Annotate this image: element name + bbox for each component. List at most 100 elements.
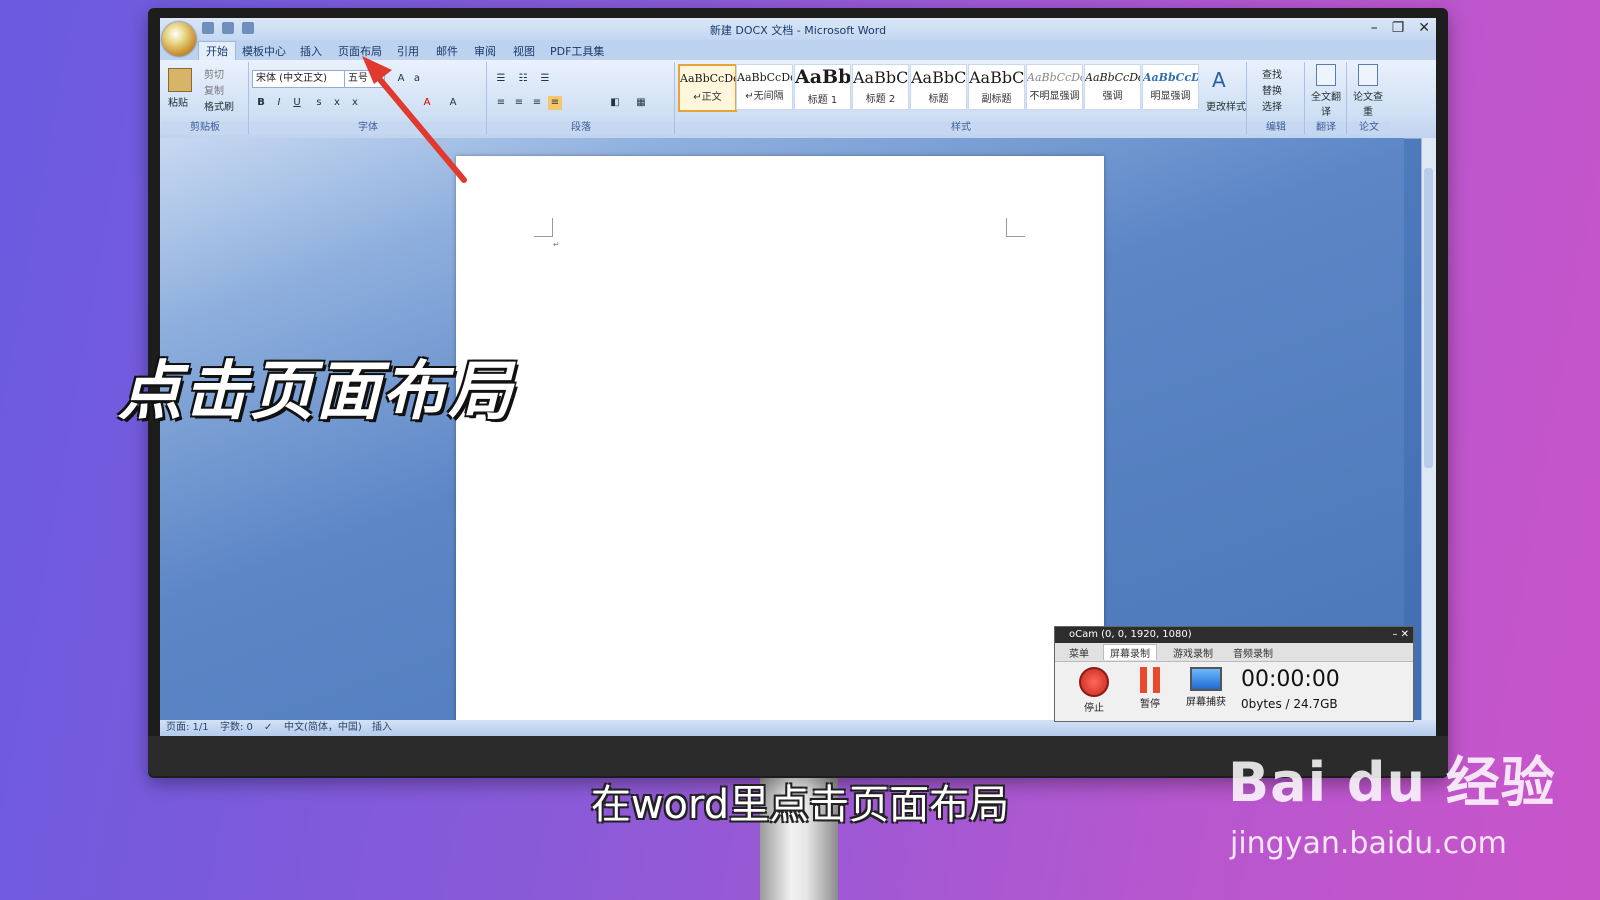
window-title: 新建 DOCX 文档 - Microsoft Word xyxy=(709,24,887,37)
paper-check-button[interactable]: 论文查重 xyxy=(1352,88,1384,118)
title-bar: 新建 DOCX 文档 - Microsoft Word – ❐ ✕ xyxy=(160,18,1436,40)
ocam-pause-button[interactable]: 暂停 xyxy=(1127,667,1173,710)
format-painter-button[interactable]: 格式刷 xyxy=(204,98,234,113)
tab-review[interactable]: 审阅 xyxy=(474,43,496,59)
office-button[interactable] xyxy=(162,22,196,56)
monitor-icon xyxy=(1190,667,1222,691)
cut-button[interactable]: 剪切 xyxy=(204,66,224,81)
tab-view[interactable]: 视图 xyxy=(513,43,535,59)
translate-group-label: 翻译 xyxy=(1306,122,1346,134)
tab-references[interactable]: 引用 xyxy=(397,43,419,59)
char-shading-icon[interactable]: A xyxy=(446,96,460,110)
translate-group: 全文翻译 翻译 xyxy=(1306,62,1347,134)
close-icon[interactable]: ✕ xyxy=(1418,20,1430,36)
tab-template-center[interactable]: 模板中心 xyxy=(242,43,286,59)
vertical-scrollbar[interactable] xyxy=(1421,138,1436,720)
ocam-stop-button[interactable]: 停止 xyxy=(1071,667,1117,714)
font-size-select[interactable]: 五号 xyxy=(344,70,385,88)
font-group-label: 字体 xyxy=(250,122,486,134)
style-heading-1[interactable]: AaBb 标题 1 xyxy=(794,64,851,110)
italic-icon[interactable]: I xyxy=(272,96,286,110)
ocam-title-bar: oCam (0, 0, 1920, 1080) – ✕ xyxy=(1055,627,1413,643)
editing-group-label: 编辑 xyxy=(1248,122,1304,134)
shrink-font-icon[interactable]: a xyxy=(410,72,424,86)
style-subtle-emphasis[interactable]: AaBbCcDd 不明显强调 xyxy=(1026,64,1083,110)
status-bar: 页面: 1/1 字数: 0 ✓ 中文(简体，中国) 插入 xyxy=(160,720,1436,736)
styles-group-label: 样式 xyxy=(676,122,1246,134)
paragraph-mark: ↵ xyxy=(553,240,560,249)
ocam-capture-button[interactable]: 屏幕捕获 xyxy=(1183,667,1229,708)
bold-icon[interactable]: B xyxy=(254,96,268,110)
align-center-icon[interactable]: ≡ xyxy=(512,96,526,110)
subscript-icon[interactable]: x xyxy=(330,96,344,110)
style-intense-emphasis[interactable]: AaBbCcDd 明显强调 xyxy=(1142,64,1199,110)
numbering-icon[interactable]: ☷ xyxy=(516,72,530,86)
paste-icon[interactable] xyxy=(168,68,192,92)
copy-button[interactable]: 复制 xyxy=(204,82,224,97)
font-name-select[interactable]: 宋体 (中文正文) xyxy=(252,70,345,88)
insert-mode[interactable]: 插入 xyxy=(372,720,392,736)
grow-font-icon[interactable]: A xyxy=(394,72,408,86)
stop-icon xyxy=(1079,667,1109,697)
style-subtitle[interactable]: AaBbC 副标题 xyxy=(968,64,1025,110)
change-styles-icon[interactable]: A xyxy=(1212,68,1226,92)
clipboard-group-label: 剪贴板 xyxy=(162,122,248,134)
ocam-timer: 00:00:00 xyxy=(1241,667,1340,692)
proofing-icon[interactable]: ✓ xyxy=(264,720,272,736)
tab-home[interactable]: 开始 xyxy=(198,41,236,60)
tutorial-caption: 点击页面布局 xyxy=(118,355,514,429)
clipboard-group: 粘贴 剪切 复制 格式刷 剪贴板 xyxy=(162,62,249,134)
shading-icon[interactable]: ◧ xyxy=(608,96,622,110)
ocam-close-icon[interactable]: – ✕ xyxy=(1392,627,1409,643)
paper-check-icon[interactable] xyxy=(1358,64,1378,86)
word-count[interactable]: 字数: 0 xyxy=(220,720,253,736)
underline-icon[interactable]: U xyxy=(290,96,304,110)
align-right-icon[interactable]: ≡ xyxy=(530,96,544,110)
scrollbar-thumb[interactable] xyxy=(1424,168,1433,468)
style-normal[interactable]: AaBbCcDd ↵正文 xyxy=(678,64,737,112)
multilevel-list-icon[interactable]: ☰ xyxy=(538,72,552,86)
translate-icon[interactable] xyxy=(1316,64,1336,86)
margin-mark-left xyxy=(534,218,553,237)
ocam-tab-screen-record[interactable]: 屏幕录制 xyxy=(1103,644,1157,660)
tab-pdf-tools[interactable]: PDF工具集 xyxy=(550,43,604,59)
paper-group: 论文查重 论文 xyxy=(1348,62,1390,134)
ocam-tab-menu[interactable]: 菜单 xyxy=(1069,645,1089,660)
font-group: 宋体 (中文正文) 五号 A a B I U s x x A A 字体 xyxy=(250,62,487,134)
tab-page-layout[interactable]: 页面布局 xyxy=(338,43,382,59)
style-title[interactable]: AaBbC 标题 xyxy=(910,64,967,110)
change-styles-button[interactable]: 更改样式 xyxy=(1206,98,1246,113)
style-no-spacing[interactable]: AaBbCcDd ↵无间隔 xyxy=(736,64,793,110)
align-left-icon[interactable]: ≡ xyxy=(494,96,508,110)
justify-icon[interactable]: ≡ xyxy=(548,96,562,110)
document-page[interactable]: ↵ xyxy=(456,156,1104,736)
paper-group-label: 论文 xyxy=(1348,122,1390,134)
minimize-icon[interactable]: – xyxy=(1371,20,1378,36)
superscript-icon[interactable]: x xyxy=(348,96,362,110)
replace-button[interactable]: 替换 xyxy=(1262,82,1282,97)
style-heading-2[interactable]: AaBbC 标题 2 xyxy=(852,64,909,110)
ocam-title: oCam (0, 0, 1920, 1080) xyxy=(1069,629,1192,640)
paste-button[interactable]: 粘贴 xyxy=(168,94,188,109)
page-count[interactable]: 页面: 1/1 xyxy=(166,720,209,736)
style-emphasis[interactable]: AaBbCcDd 强调 xyxy=(1084,64,1141,110)
ribbon: 粘贴 剪切 复制 格式刷 剪贴板 宋体 (中文正文) 五号 A a B I U … xyxy=(160,60,1436,139)
strikethrough-icon[interactable]: s xyxy=(312,96,326,110)
language-status[interactable]: 中文(简体，中国) xyxy=(284,720,362,736)
borders-icon[interactable]: ▦ xyxy=(634,96,648,110)
styles-group: AaBbCcDd ↵正文 AaBbCcDd ↵无间隔 AaBb 标题 1 AaB… xyxy=(676,62,1247,134)
ocam-tab-audio-record[interactable]: 音频录制 xyxy=(1233,645,1273,660)
ocam-file-size: 0bytes / 24.7GB xyxy=(1241,697,1338,711)
tab-mailings[interactable]: 邮件 xyxy=(436,43,458,59)
select-button[interactable]: 选择 xyxy=(1262,98,1282,113)
baidu-watermark-url: jingyan.baidu.com xyxy=(1230,826,1507,861)
bullets-icon[interactable]: ☰ xyxy=(494,72,508,86)
pause-icon xyxy=(1140,667,1160,693)
restore-icon[interactable]: ❐ xyxy=(1392,20,1405,36)
tab-insert[interactable]: 插入 xyxy=(300,43,322,59)
find-button[interactable]: 查找 xyxy=(1262,66,1282,81)
full-translate-button[interactable]: 全文翻译 xyxy=(1310,88,1342,118)
baidu-watermark-logo: Bai du 经验 xyxy=(1228,751,1556,814)
font-color-icon[interactable]: A xyxy=(420,96,434,110)
ocam-tab-game-record[interactable]: 游戏录制 xyxy=(1173,645,1213,660)
